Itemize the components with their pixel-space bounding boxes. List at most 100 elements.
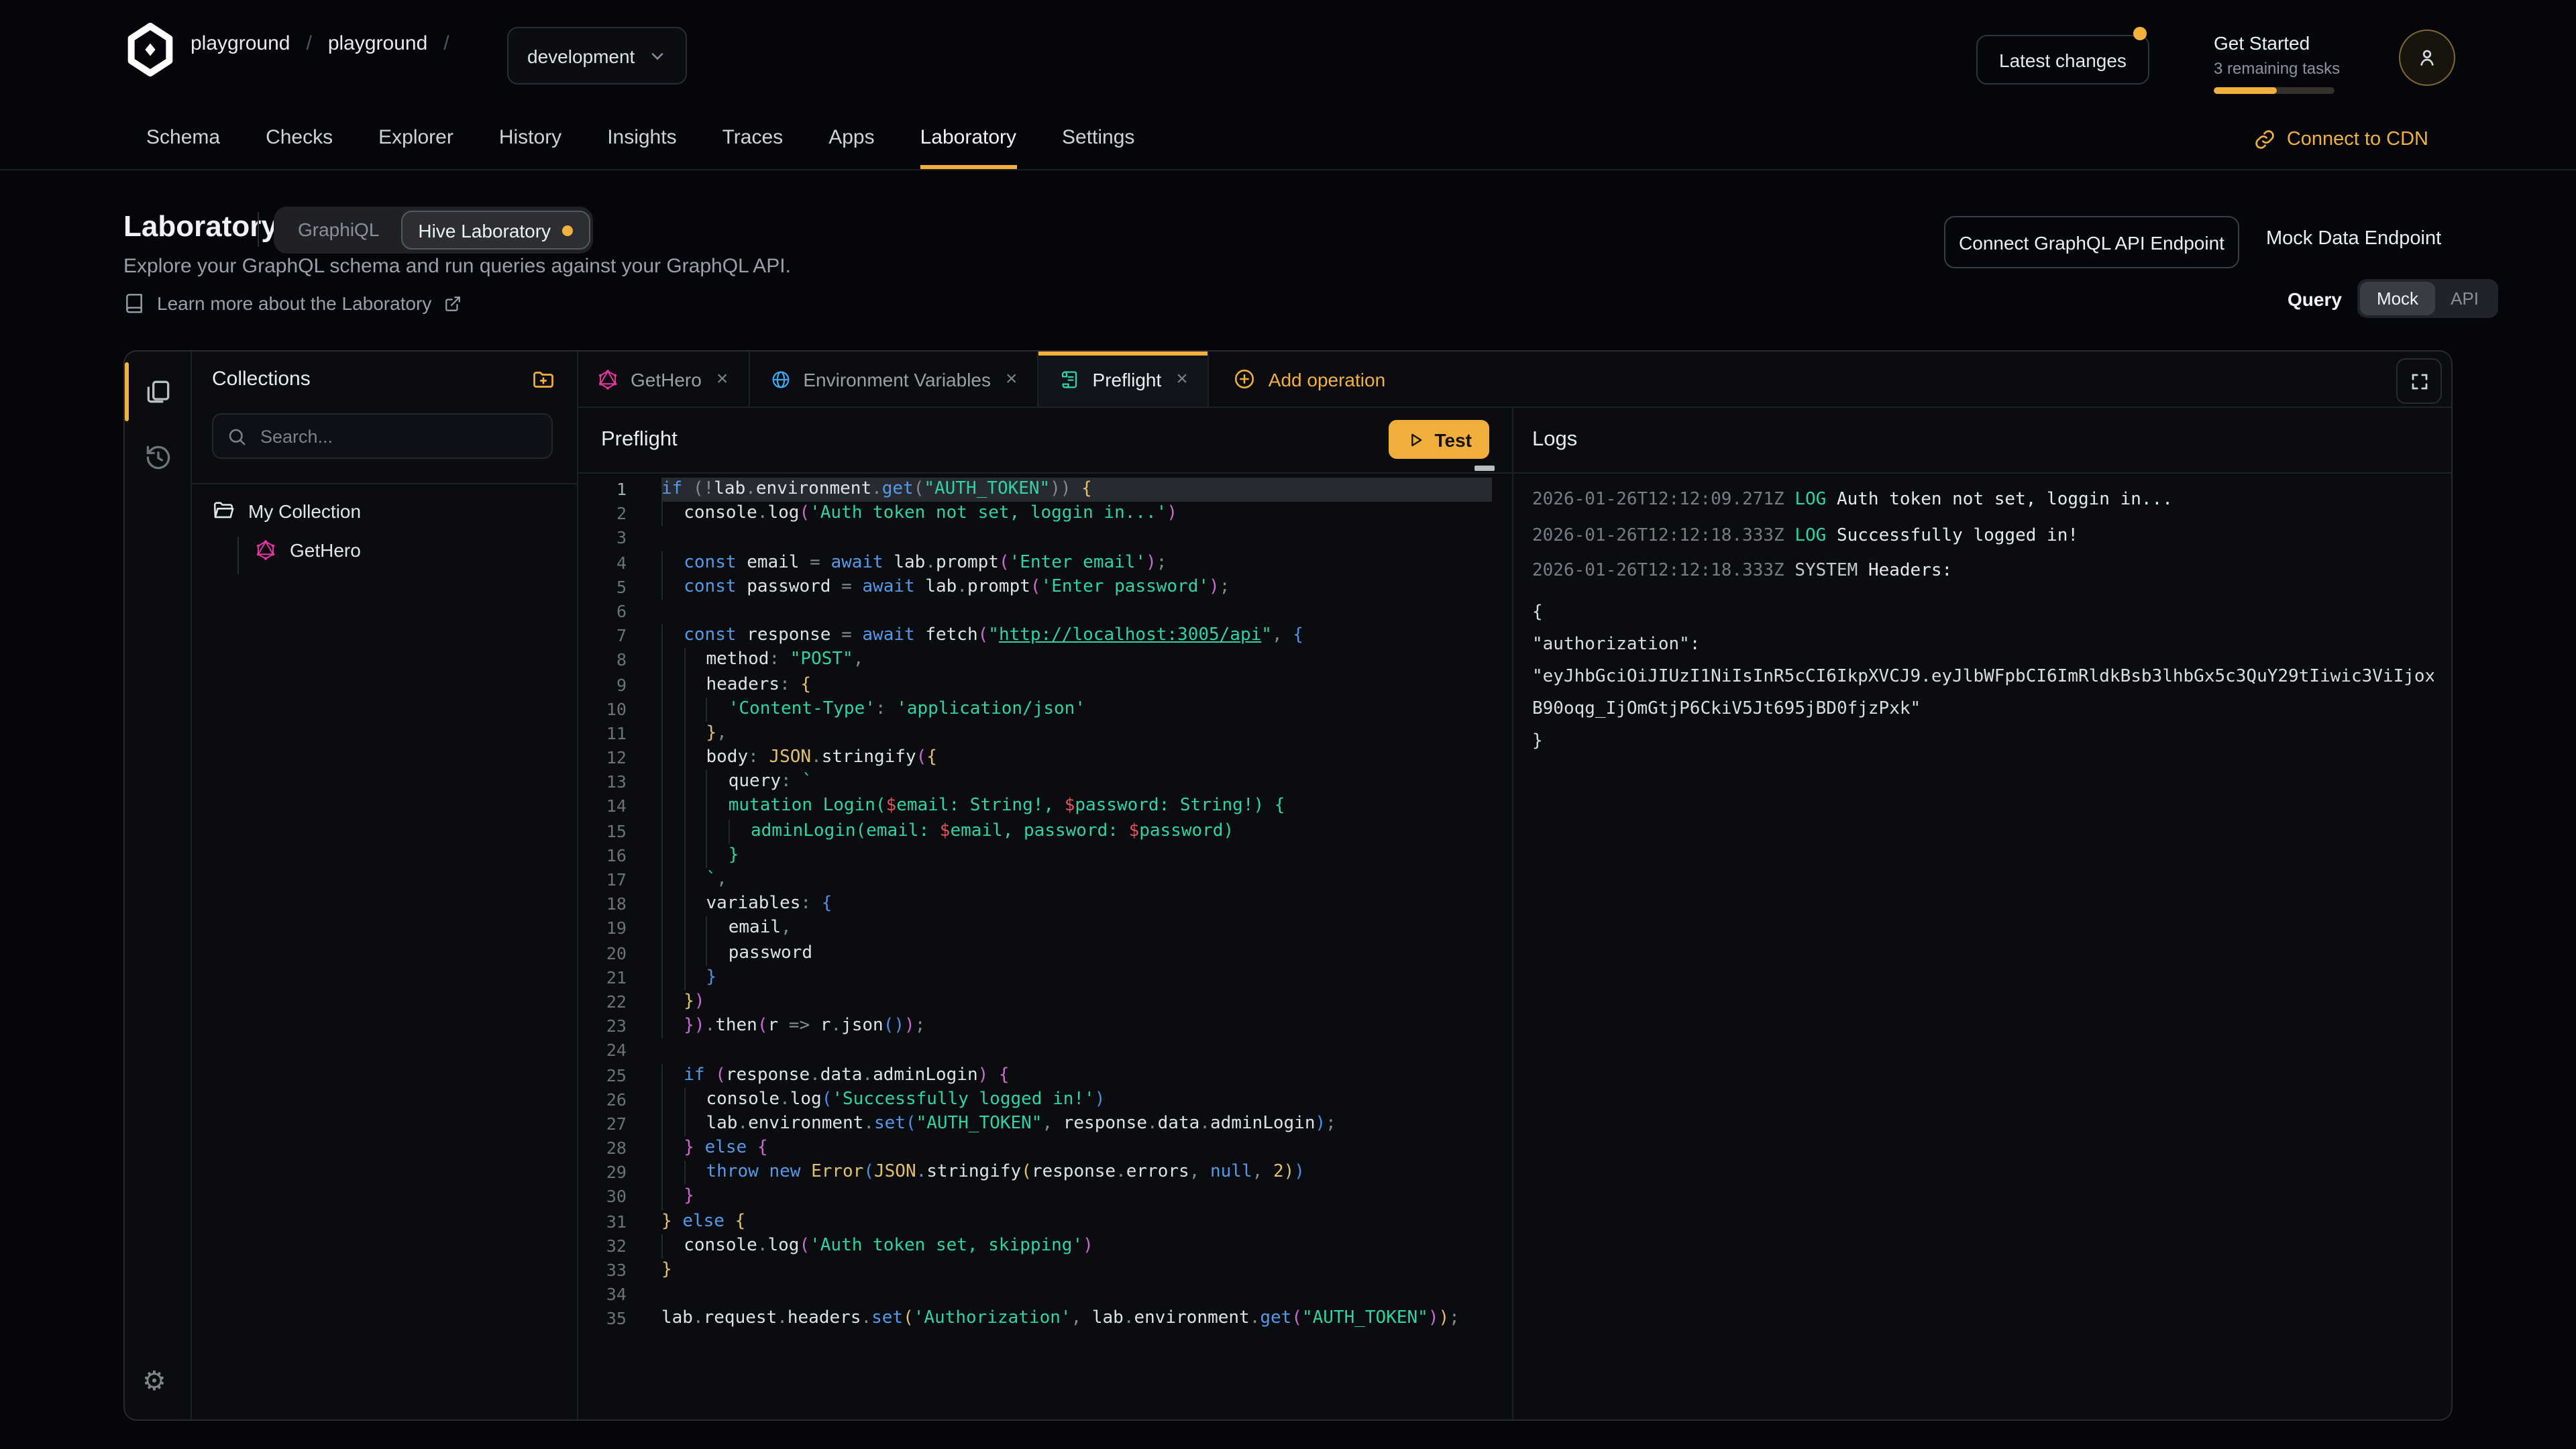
collections-search[interactable] [212,413,553,459]
code-line[interactable]: 22}) [577,990,1513,1014]
new-collection-icon[interactable] [531,367,555,391]
tab-gethero[interactable]: GetHero × [577,352,749,407]
code-line[interactable]: 16} [577,844,1513,868]
code-line[interactable]: 7const response = await fetch("http://lo… [577,624,1513,648]
code-line[interactable]: 19email, [577,917,1513,941]
code-line[interactable]: 10'Content-Type': 'application/json' [577,697,1513,721]
nav-item-schema[interactable]: Schema [146,126,220,169]
breadcrumb-project[interactable]: playground [328,32,427,55]
user-avatar[interactable] [2399,30,2455,86]
history-icon[interactable] [144,443,173,472]
external-link-icon [443,294,461,312]
line-number: 25 [577,1063,627,1087]
collection-folder-item[interactable]: My Collection [212,499,361,522]
target-selector[interactable]: development [507,27,687,85]
code-line[interactable]: 15adminLogin(email: $email, password: $p… [577,819,1513,843]
editor-title: Preflight [601,427,678,451]
code-line[interactable]: 13query: ` [577,771,1513,795]
code-line[interactable]: 32console.log('Auth token set, skipping'… [577,1234,1513,1258]
add-operation-button[interactable]: Add operation [1210,352,1409,407]
search-icon [227,426,247,446]
line-number: 9 [577,673,627,697]
tab-preflight[interactable]: Preflight× [1039,352,1210,407]
divider [191,483,577,484]
code-line[interactable]: 4const email = await lab.prompt('Enter e… [577,551,1513,575]
code-line[interactable]: 18variables: { [577,892,1513,916]
close-icon[interactable]: × [1176,368,1188,390]
code-line[interactable]: 14mutation Login($email: String!, $passw… [577,795,1513,819]
code-line[interactable]: 29throw new Error(JSON.stringify(respons… [577,1161,1513,1185]
code-line[interactable]: 27lab.environment.set("AUTH_TOKEN", resp… [577,1112,1513,1136]
code-line[interactable]: 2console.log('Auth token not set, loggin… [577,502,1513,526]
tab-label: GetHero [631,368,702,390]
code-line[interactable]: 34 [577,1283,1513,1307]
code-editor[interactable]: 1if (!lab.environment.get("AUTH_TOKEN"))… [577,474,1513,1421]
code-line[interactable]: 11}, [577,722,1513,746]
nav-item-apps[interactable]: Apps [828,126,874,169]
tab-environment-variables[interactable]: Environment Variables× [749,352,1038,407]
toggle-hive-laboratory[interactable]: Hive Laboratory [400,211,590,250]
collections-icon[interactable] [144,377,173,407]
hive-logo-icon[interactable] [121,23,180,76]
test-button[interactable]: Test [1389,420,1490,459]
code-line[interactable]: 8method: "POST", [577,649,1513,673]
nav-item-checks[interactable]: Checks [266,126,333,169]
code-line[interactable]: 17`, [577,868,1513,892]
connect-cdn-link[interactable]: Connect to CDN [2255,129,2428,150]
latest-changes-button[interactable]: Latest changes [1976,35,2149,85]
line-number: 26 [577,1087,627,1112]
editor-scrollbar-thumb[interactable] [1474,466,1495,471]
toggle-graphiql[interactable]: GraphiQL [276,212,400,248]
code-line[interactable]: 26console.log('Successfully logged in!') [577,1087,1513,1112]
page-title: Laboratory [123,209,278,244]
fullscreen-button[interactable] [2396,358,2442,404]
segment-mock[interactable]: Mock [2361,282,2434,315]
code-line[interactable]: 21} [577,966,1513,990]
code-line[interactable]: 28} else { [577,1136,1513,1161]
status-dot [561,225,572,235]
code-line[interactable]: 20password [577,941,1513,965]
settings-gear-icon[interactable]: ⚙ [142,1366,166,1395]
search-input[interactable] [258,425,504,447]
get-started-widget[interactable]: Get Started 3 remaining tasks [2214,32,2337,94]
code-line[interactable]: 25if (response.data.adminLogin) { [577,1063,1513,1087]
line-number: 27 [577,1112,627,1136]
line-number: 12 [577,746,627,770]
nav-item-history[interactable]: History [499,126,561,169]
close-icon[interactable]: × [1006,368,1018,390]
learn-more-link[interactable]: Learn more about the Laboratory [123,292,461,314]
chevron-down-icon [648,46,667,65]
nav-item-explorer[interactable]: Explorer [378,126,453,169]
code-line[interactable]: 23}).then(r => r.json()); [577,1014,1513,1038]
segment-api[interactable]: API [2434,282,2495,315]
code-line[interactable]: 33} [577,1258,1513,1283]
line-number: 32 [577,1234,627,1258]
breadcrumb: playground / playground / [191,32,449,55]
breadcrumb-org[interactable]: playground [191,32,290,55]
collection-operation-item[interactable]: GetHero [255,539,361,561]
query-mode-control: Query Mock API [2288,279,2498,318]
nav-item-insights[interactable]: Insights [607,126,676,169]
nav-item-traces[interactable]: Traces [722,126,784,169]
code-line[interactable]: 35lab.request.headers.set('Authorization… [577,1307,1513,1332]
connect-endpoint-button[interactable]: Connect GraphQL API Endpoint [1944,216,2239,268]
logs-pane: Logs 2026-01-26T12:12:09.271Z LOG Auth t… [1513,407,2451,1419]
code-line[interactable]: 31} else { [577,1210,1513,1234]
code-line[interactable]: 9headers: { [577,673,1513,697]
nav-tabs: Schema Checks Explorer History Insights Trace… [0,126,1134,169]
code-line[interactable]: 24 [577,1039,1513,1063]
user-icon [2415,46,2439,70]
code-line[interactable]: 12body: JSON.stringify({ [577,746,1513,770]
code-line[interactable]: 30} [577,1185,1513,1210]
close-icon[interactable]: × [716,368,729,390]
mock-endpoint-button[interactable]: Mock Data Endpoint [2266,228,2441,250]
code-line[interactable]: 3 [577,527,1513,551]
code-line[interactable]: 5const password = await lab.prompt('Ente… [577,576,1513,600]
code-line[interactable]: 6 [577,600,1513,624]
primary-nav: Schema Checks Explorer History Insights Trace… [0,99,2576,170]
code-line[interactable]: 1if (!lab.environment.get("AUTH_TOKEN"))… [577,478,1513,502]
nav-item-laboratory[interactable]: Laboratory [920,126,1016,169]
line-number: 14 [577,795,627,819]
operation-tab-bar: GetHero×Environment Variables×Preflight×… [577,352,2451,408]
nav-item-settings[interactable]: Settings [1062,126,1134,169]
